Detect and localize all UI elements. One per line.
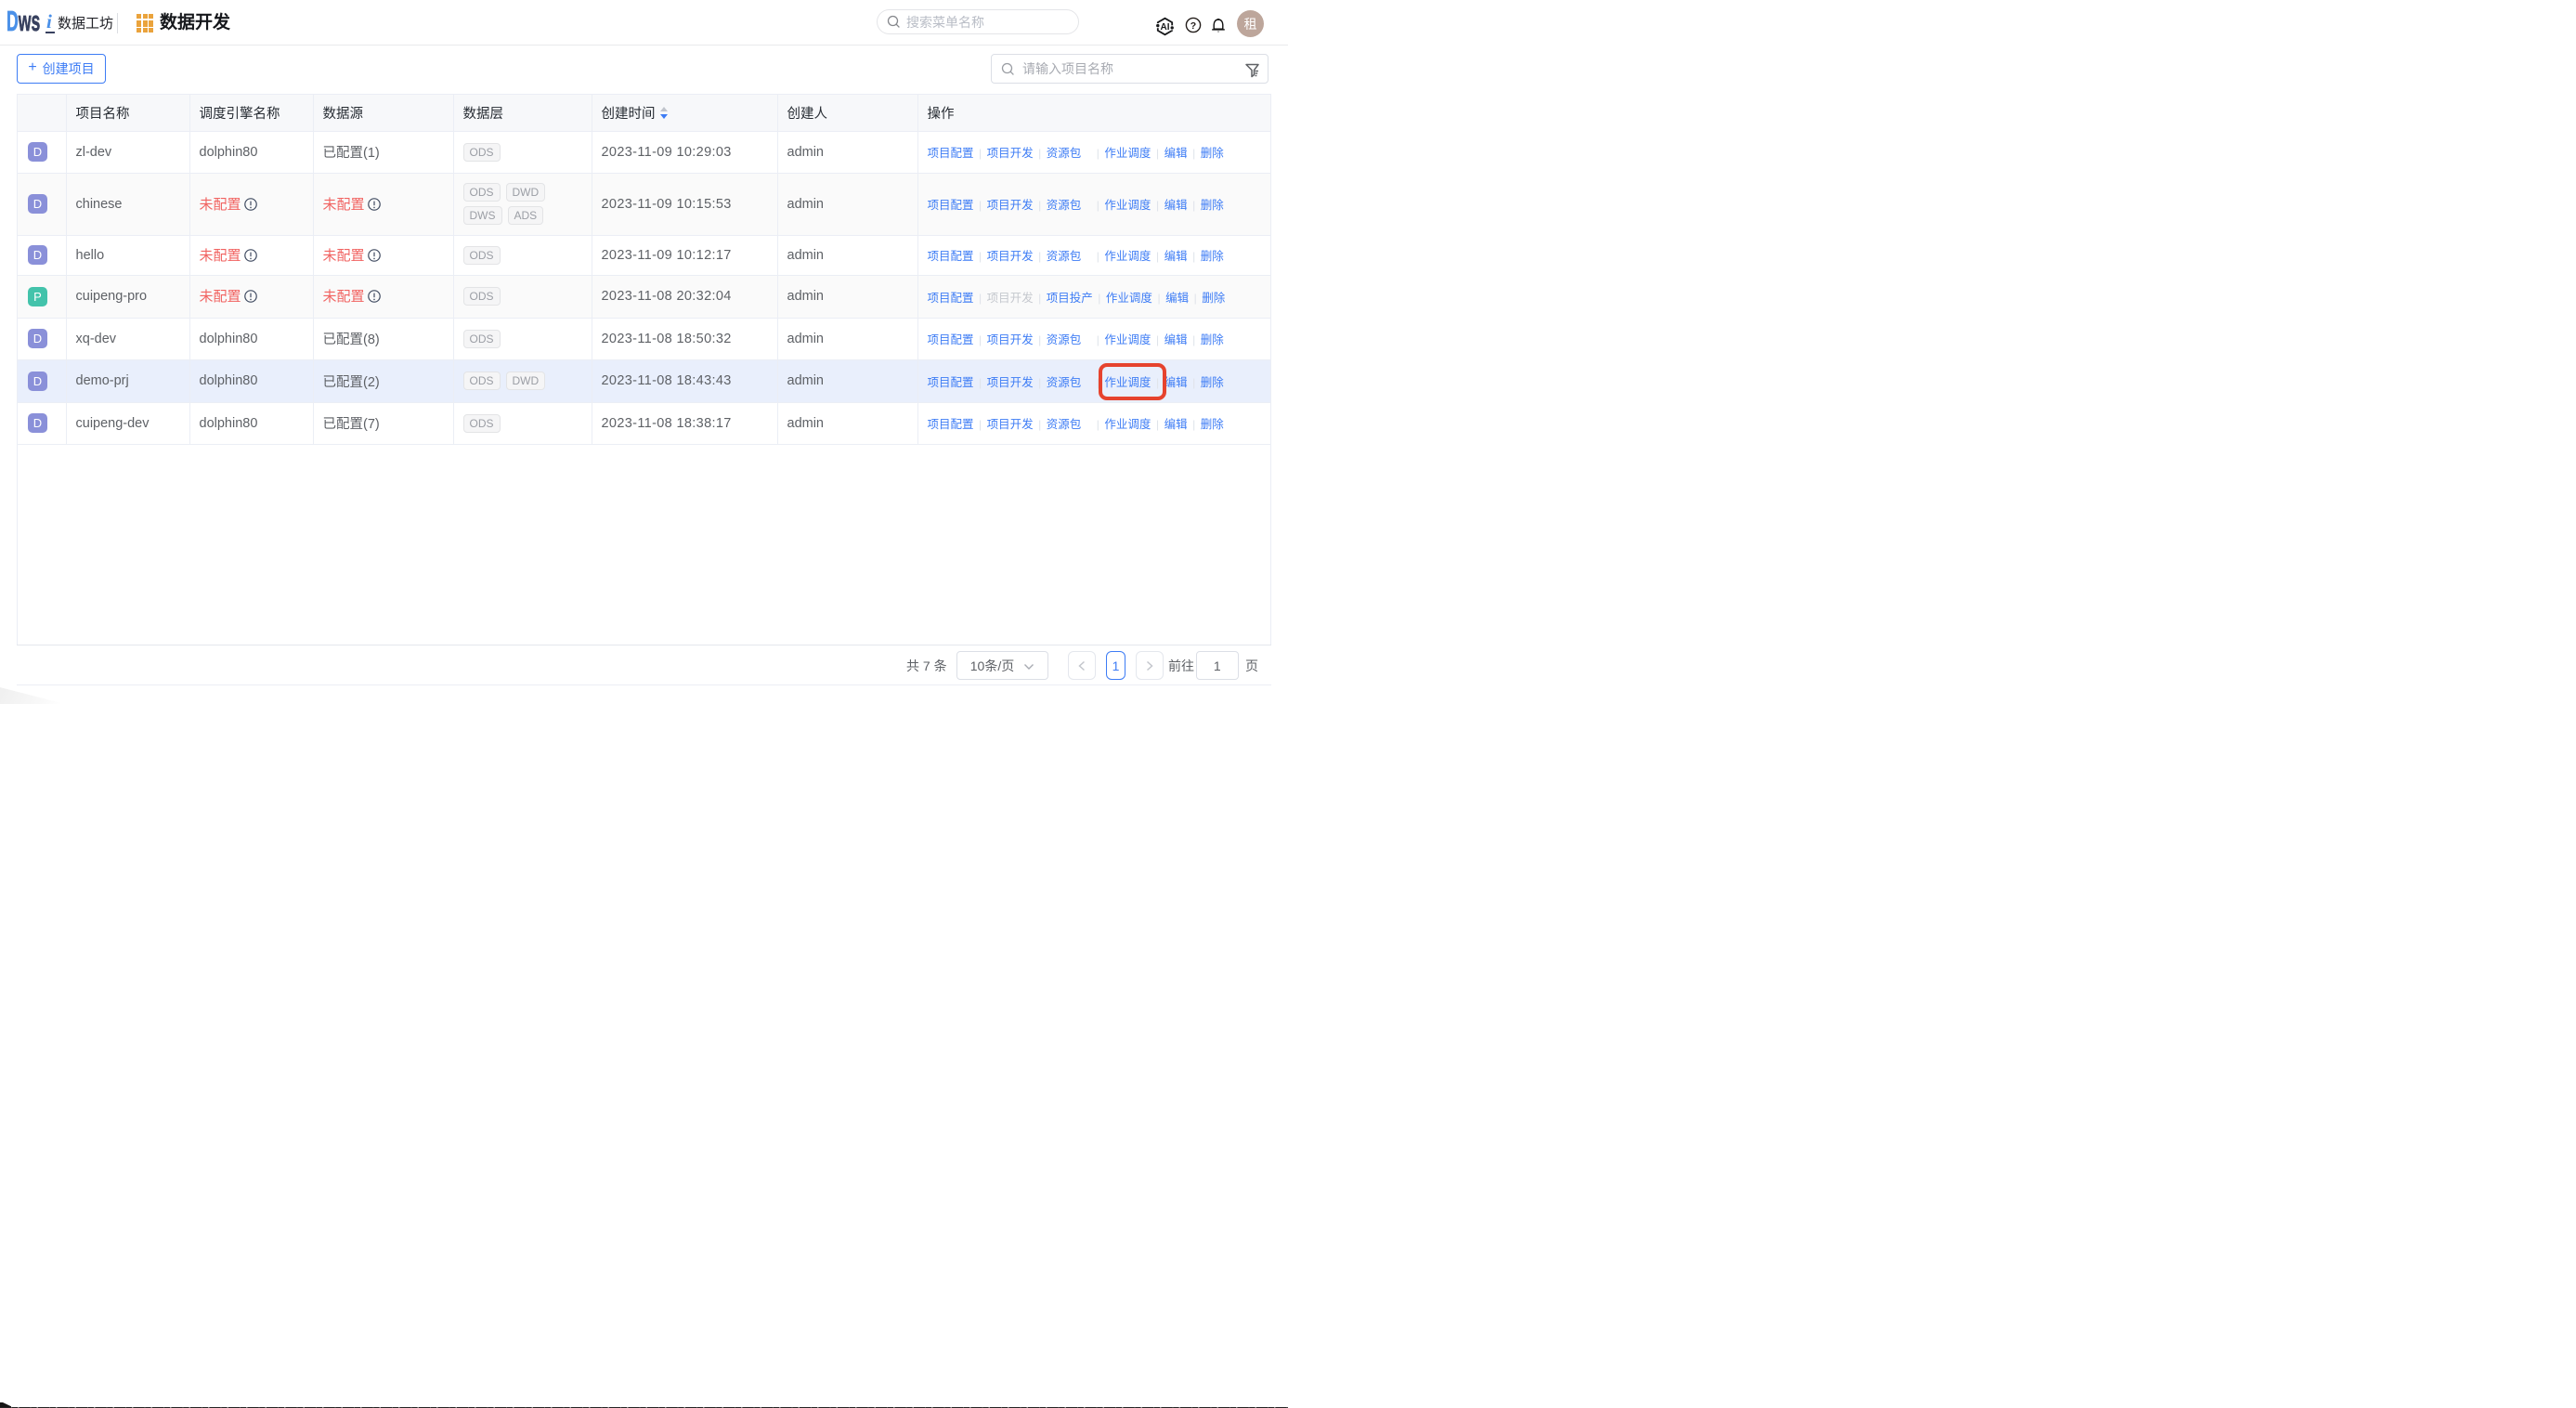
- svg-text:?: ?: [1190, 20, 1196, 32]
- svg-text:AI: AI: [1161, 22, 1170, 33]
